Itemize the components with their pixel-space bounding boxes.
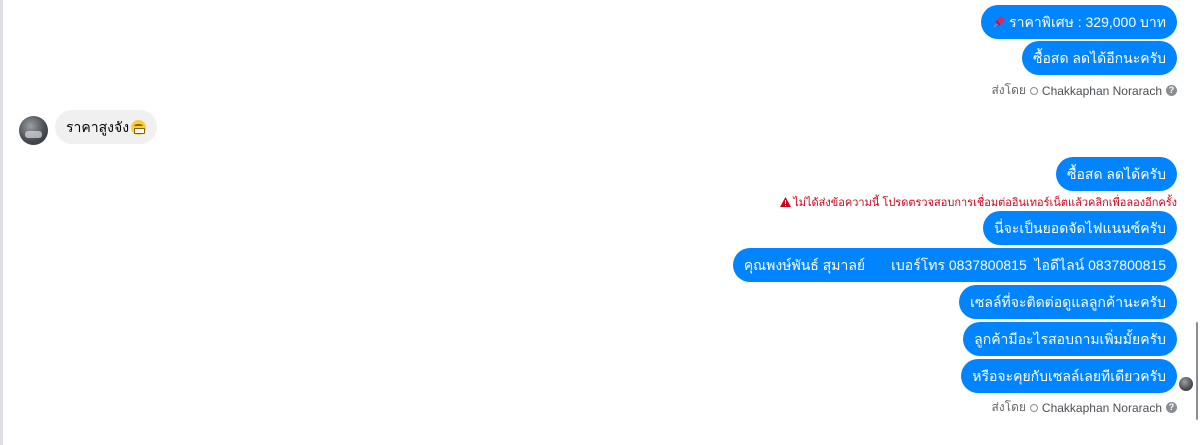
- contact-line-text: ไอดีไลน์ 0837800815: [1034, 257, 1166, 273]
- pushpin-icon: [993, 16, 1006, 28]
- customer-avatar[interactable]: [19, 116, 48, 145]
- outgoing-message-buy-cash-2-text: ซื้อสด ลดได้ครับ: [1066, 166, 1166, 182]
- grimacing-emoji-icon: [131, 120, 147, 135]
- sent-by-line: ส่งโดย Chakkaphan Norarach ?: [991, 81, 1177, 100]
- outgoing-message-talk-to-sales[interactable]: หรือจะคุยกับเซลล์เลยทีเดียวครับ: [961, 359, 1177, 393]
- warning-icon: [780, 197, 792, 207]
- outgoing-message-buy-cash-text: ซื้อสด ลดได้อีกนะครับ: [1033, 50, 1166, 66]
- outgoing-message-talk-to-sales-text: หรือจะคุยกับเซลล์เลยทีเดียวครับ: [972, 368, 1166, 384]
- page-icon: [1029, 86, 1038, 95]
- conversation-left-border: [0, 0, 3, 445]
- outgoing-message-buy-cash-2[interactable]: ซื้อสด ลดได้ครับ: [1055, 157, 1177, 191]
- outgoing-message-price[interactable]: ราคาพิเศษ : 329,000 บาท: [981, 5, 1177, 39]
- help-icon[interactable]: ?: [1166, 85, 1177, 96]
- outgoing-message-sales-followup-text: เซลล์ที่จะติดต่อดูแลลูกค้านะครับ: [970, 294, 1166, 310]
- outgoing-message-contact[interactable]: คุณพงษ์พันธ์ สุมาลย์ เบอร์โทร 0837800815 …: [732, 248, 1177, 282]
- outgoing-message-finance[interactable]: นี่จะเป็นยอดจัดไฟแนนซ์ครับ: [983, 211, 1177, 245]
- outgoing-message-sales-followup[interactable]: เซลล์ที่จะติดต่อดูแลลูกค้านะครับ: [959, 285, 1177, 319]
- incoming-message-text: ราคาสูงจัง: [66, 119, 130, 135]
- page-icon-2: [1029, 403, 1038, 412]
- outgoing-message-price-text: ราคาพิเศษ : 329,000 บาท: [1009, 14, 1166, 30]
- contact-name-text: คุณพงษ์พันธ์ สุมาลย์: [743, 257, 866, 273]
- sender-name[interactable]: Chakkaphan Norarach: [1042, 84, 1162, 98]
- sent-by-line-2: ส่งโดย Chakkaphan Norarach ?: [991, 398, 1177, 417]
- outgoing-message-finance-text: นี่จะเป็นยอดจัดไฟแนนซ์ครับ: [994, 220, 1166, 236]
- send-error-text: ไม่ได้ส่งข้อความนี้ โปรดตรวจสอบการเชื่อม…: [793, 197, 1177, 209]
- sent-by-prefix-2: ส่งโดย: [991, 400, 1026, 414]
- sent-by-prefix: ส่งโดย: [991, 83, 1026, 97]
- send-error-message[interactable]: ไม่ได้ส่งข้อความนี้ โปรดตรวจสอบการเชื่อม…: [780, 193, 1177, 211]
- scrollbar-thumb[interactable]: [1196, 322, 1198, 420]
- incoming-message[interactable]: ราคาสูงจัง: [55, 110, 158, 144]
- contact-phone-text: เบอร์โทร 0837800815: [891, 257, 1027, 273]
- outgoing-message-more-questions-text: ลูกค้ามีอะไรสอบถามเพิ่มมั้ยครับ: [974, 331, 1166, 347]
- sender-name-2[interactable]: Chakkaphan Norarach: [1042, 401, 1162, 415]
- outgoing-message-buy-cash[interactable]: ซื้อสด ลดได้อีกนะครับ: [1022, 41, 1177, 75]
- outgoing-message-more-questions[interactable]: ลูกค้ามีอะไรสอบถามเพิ่มมั้ยครับ: [963, 322, 1177, 356]
- help-icon-2[interactable]: ?: [1166, 402, 1177, 413]
- seen-by-avatar: [1179, 377, 1193, 391]
